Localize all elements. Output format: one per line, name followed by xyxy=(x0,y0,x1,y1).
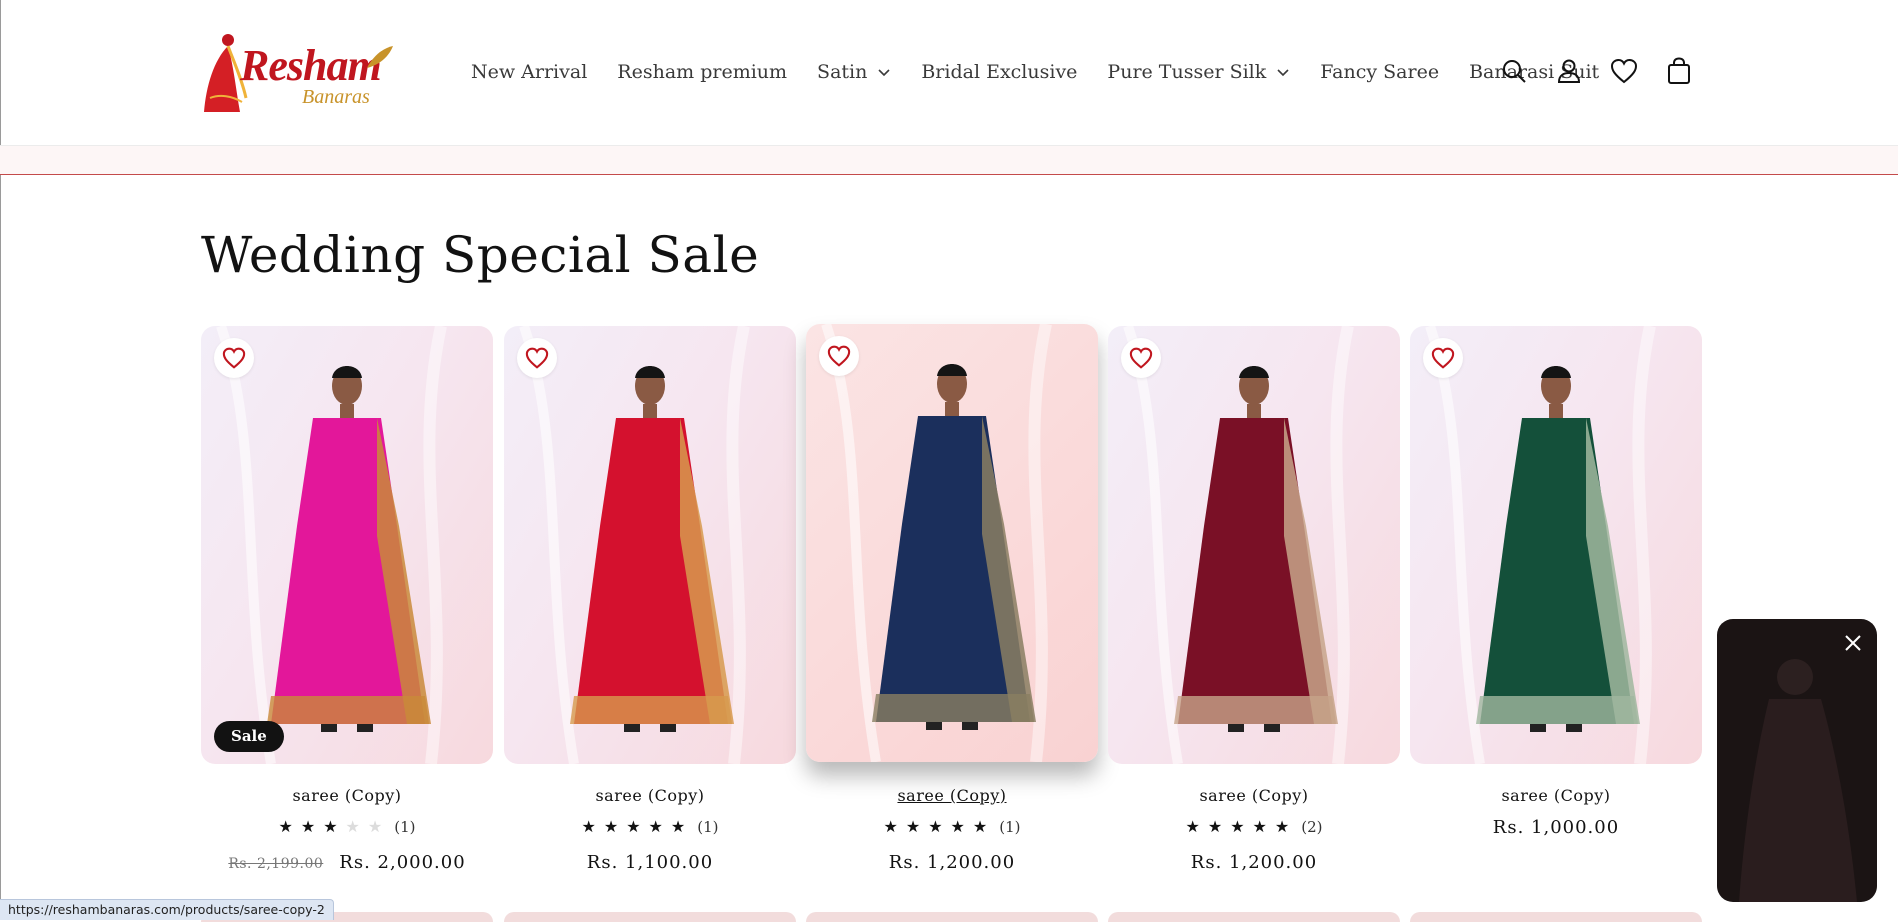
compare-at-price: Rs. 2,199.00 xyxy=(228,856,324,872)
main-navigation: New Arrival Resham premium Satin Bridal Exc… xyxy=(471,58,1629,86)
wishlist-heart-icon[interactable] xyxy=(1423,338,1463,378)
nav-item-label: Satin xyxy=(817,61,868,83)
review-count: (1) xyxy=(394,817,416,836)
rating-stars-icon: ★★★★★ xyxy=(278,817,391,836)
review-count: (1) xyxy=(697,817,719,836)
video-popup[interactable] xyxy=(1717,619,1877,902)
nav-item-label: Fancy Saree xyxy=(1320,61,1440,83)
product-price: Rs. 1,200.00 xyxy=(1108,852,1400,873)
review-count: (1) xyxy=(999,817,1021,836)
product-image[interactable]: Sale xyxy=(201,326,493,764)
wishlist-heart-icon[interactable] xyxy=(819,336,859,376)
product-rating: ★★★★★ (1) xyxy=(806,817,1098,836)
logo-subtext: Banaras xyxy=(302,86,370,108)
product-price: Rs. 1,000.00 xyxy=(1410,817,1702,838)
product-title[interactable]: saree (Copy) xyxy=(1410,786,1702,805)
product-title[interactable]: saree (Copy) xyxy=(201,786,493,805)
sale-price: Rs. 1,100.00 xyxy=(586,852,714,873)
product-title[interactable]: saree (Copy) xyxy=(806,786,1098,805)
nav-item[interactable]: Resham premium xyxy=(617,61,787,83)
site-header: Resham Banaras New Arrival Resham premium… xyxy=(0,0,1898,145)
sale-badge: Sale xyxy=(214,721,284,752)
product-rating: ★★★★★ (1) xyxy=(504,817,796,836)
sale-price: Rs. 1,200.00 xyxy=(888,852,1016,873)
product-rating: ★★★★★ (2) xyxy=(1108,817,1400,836)
sale-price: Rs. 2,000.00 xyxy=(339,852,466,873)
account-icon[interactable] xyxy=(1553,55,1585,87)
nav-item-label: Bridal Exclusive xyxy=(921,61,1078,83)
header-actions xyxy=(1498,55,1718,87)
product-image[interactable] xyxy=(806,324,1098,762)
saree-model-illustration xyxy=(1123,326,1354,764)
wishlist-heart-icon[interactable] xyxy=(517,338,557,378)
chevron-down-icon xyxy=(878,69,890,77)
status-bar-url: https://reshambanaras.com/products/saree… xyxy=(0,899,334,920)
nav-item-label: Resham premium xyxy=(617,61,788,83)
saree-model-illustration xyxy=(519,326,750,764)
nav-item-label: Pure Tusser Silk xyxy=(1107,61,1267,83)
rating-stars-icon: ★★★★★ xyxy=(581,817,694,836)
wishlist-heart-icon[interactable] xyxy=(1121,338,1161,378)
search-icon[interactable] xyxy=(1498,55,1530,87)
saree-model-illustration xyxy=(216,326,447,764)
product-title[interactable]: saree (Copy) xyxy=(1108,786,1400,805)
product-title[interactable]: saree (Copy) xyxy=(504,786,796,805)
video-thumbnail xyxy=(1739,659,1857,902)
nav-item-label: New Arrival xyxy=(471,61,588,83)
product-price: Rs. 2,199.00 Rs. 2,000.00 xyxy=(201,852,493,873)
product-card[interactable]: Sale saree (Copy) ★★★★★ (1) Rs. 2,199.00 Rs. … xyxy=(201,326,493,873)
saree-model-illustration xyxy=(821,324,1052,762)
close-icon[interactable] xyxy=(1843,633,1863,653)
product-card[interactable]: saree (Copy) ★★★★★ (1) Rs. 1,100.00 xyxy=(504,326,796,873)
sale-price: Rs. 1,200.00 xyxy=(1190,852,1318,873)
product-image[interactable] xyxy=(1410,326,1702,764)
cart-icon[interactable] xyxy=(1663,55,1695,87)
next-row-card xyxy=(504,912,796,922)
product-rating: ★★★★★ (1) xyxy=(201,817,493,836)
next-row-card xyxy=(1410,912,1702,922)
sale-price: Rs. 1,000.00 xyxy=(1492,817,1620,838)
chevron-down-icon xyxy=(1277,69,1289,77)
nav-item[interactable]: Satin xyxy=(817,61,891,83)
section-title: Wedding Special Sale xyxy=(201,226,760,284)
announcement-bar xyxy=(0,145,1898,175)
product-price: Rs. 1,100.00 xyxy=(504,852,796,873)
nav-item[interactable]: Fancy Saree xyxy=(1320,61,1439,83)
nav-item[interactable]: Pure Tusser Silk xyxy=(1107,61,1290,83)
logo-text: Resham xyxy=(240,41,382,90)
logo-leaf-icon xyxy=(367,46,393,68)
product-card[interactable]: saree (Copy) Rs. 1,000.00 xyxy=(1410,326,1702,838)
next-row-card xyxy=(806,912,1098,922)
product-image[interactable] xyxy=(1108,326,1400,764)
product-card[interactable]: saree (Copy) ★★★★★ (2) Rs. 1,200.00 xyxy=(1108,326,1400,873)
review-count: (2) xyxy=(1301,817,1323,836)
nav-item[interactable]: Bridal Exclusive xyxy=(921,61,1077,83)
wishlist-heart-icon[interactable] xyxy=(214,338,254,378)
product-price: Rs. 1,200.00 xyxy=(806,852,1098,873)
product-card[interactable]: saree (Copy) ★★★★★ (1) Rs. 1,200.00 xyxy=(806,324,1098,873)
rating-stars-icon: ★★★★★ xyxy=(883,817,996,836)
wishlist-icon[interactable] xyxy=(1608,55,1640,87)
rating-stars-icon: ★★★★★ xyxy=(1185,817,1298,836)
nav-item[interactable]: New Arrival xyxy=(471,61,587,83)
saree-model-illustration xyxy=(1425,326,1656,764)
product-image[interactable] xyxy=(504,326,796,764)
next-row-card xyxy=(1108,912,1400,922)
brand-logo[interactable]: Resham Banaras xyxy=(200,28,395,114)
